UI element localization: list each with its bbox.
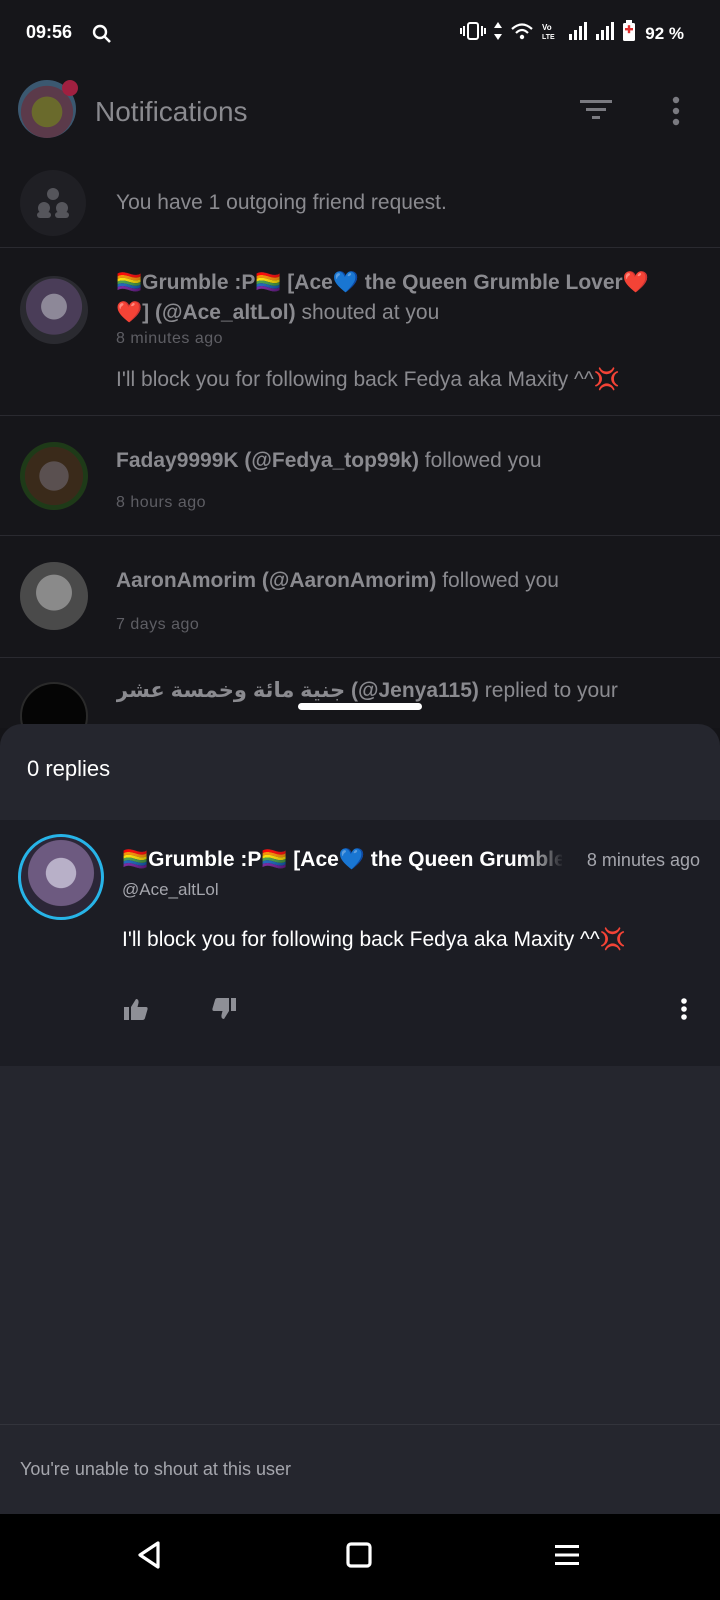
list-item[interactable]: AaronAmorim (@AaronAmorim) followed you … <box>0 536 720 658</box>
battery-icon <box>622 20 636 47</box>
notification-action: shouted at you <box>301 301 440 324</box>
notification-message: I'll block you for following back Fedya … <box>116 368 620 391</box>
notification-name[interactable]: Faday9999K (@Fedya_top99k) <box>116 449 419 472</box>
shout-disabled-text: You're unable to shout at this user <box>20 1459 291 1479</box>
vibrate-icon <box>460 21 487 46</box>
volte-icon: Vo LTE <box>541 21 561 46</box>
svg-text:Vo: Vo <box>542 23 552 32</box>
status-bar: 09:56 Vo LTE 92 % <box>0 0 720 68</box>
system-nav-bar <box>0 1514 720 1600</box>
author-name[interactable]: 🏳️‍🌈Grumble :P🏳️‍🌈 [Ace💙 the Queen Grumb… <box>122 848 562 872</box>
friends-icon <box>20 170 86 236</box>
more-vert-icon[interactable] <box>680 998 688 1025</box>
menu-icon[interactable] <box>554 1542 580 1573</box>
page-title: Notifications <box>95 96 248 127</box>
svg-text:LTE: LTE <box>542 34 555 41</box>
friend-request-text: You have 1 outgoing friend request. <box>116 191 447 214</box>
replies-sheet: 0 replies 🏳️‍🌈Grumble :P🏳️‍🌈 [Ace💙 the Q… <box>0 724 720 1514</box>
name-fade <box>520 846 564 876</box>
avatar[interactable] <box>18 834 104 920</box>
sheet-drag-handle[interactable] <box>298 703 422 710</box>
notification-dot <box>62 80 78 96</box>
notification-name[interactable]: جنية مائة وخمسة عشر (@Jenya115) <box>116 679 479 702</box>
notification-action: replied to your <box>484 679 618 702</box>
search-icon <box>92 24 112 49</box>
avatar <box>20 562 88 630</box>
notification-time: 8 hours ago <box>116 494 207 511</box>
notification-time: 8 minutes ago <box>116 330 224 347</box>
avatar <box>20 442 88 510</box>
status-icons: Vo LTE 92 % <box>460 20 684 47</box>
list-item[interactable]: جنية مائة وخمسة عشر (@Jenya115) replied … <box>0 658 720 750</box>
author-handle[interactable]: @Ace_altLol <box>122 880 219 900</box>
list-item[interactable]: 🏳️‍🌈Grumble :P🏳️‍🌈 [Ace💙 the Queen Grumb… <box>0 248 720 416</box>
friend-request-row[interactable]: You have 1 outgoing friend request. <box>0 158 720 248</box>
shout-disabled-bar: You're unable to shout at this user <box>0 1424 720 1514</box>
notification-time: 7 days ago <box>116 616 200 633</box>
signal-icon <box>568 21 588 46</box>
status-time: 09:56 <box>26 22 73 42</box>
avatar <box>20 276 88 344</box>
shout-message: I'll block you for following back Fedya … <box>122 928 626 951</box>
notification-name[interactable]: AaronAmorim (@AaronAmorim) <box>116 569 436 592</box>
shout-card: 🏳️‍🌈Grumble :P🏳️‍🌈 [Ace💙 the Queen Grumb… <box>0 820 720 1066</box>
wifi-icon <box>510 21 534 46</box>
thumbs-down-icon[interactable] <box>212 998 236 1025</box>
thumbs-up-icon[interactable] <box>124 998 148 1025</box>
shout-time: 8 minutes ago <box>586 850 700 870</box>
notifications-page: Notifications You have 1 outgoing friend… <box>0 68 720 750</box>
replies-count: 0 replies <box>27 756 111 781</box>
filter-icon[interactable] <box>580 98 612 127</box>
more-vert-icon[interactable] <box>672 96 680 131</box>
app-bar: Notifications <box>0 68 720 158</box>
home-icon[interactable] <box>346 1542 372 1573</box>
list-item[interactable]: Faday9999K (@Fedya_top99k) followed you … <box>0 416 720 536</box>
signal-icon <box>595 21 615 46</box>
data-arrows-icon <box>493 21 503 46</box>
notification-action: followed you <box>424 449 542 472</box>
battery-percent: 92 % <box>645 23 684 43</box>
back-icon[interactable] <box>136 1540 162 1575</box>
notification-action: followed you <box>442 569 559 592</box>
